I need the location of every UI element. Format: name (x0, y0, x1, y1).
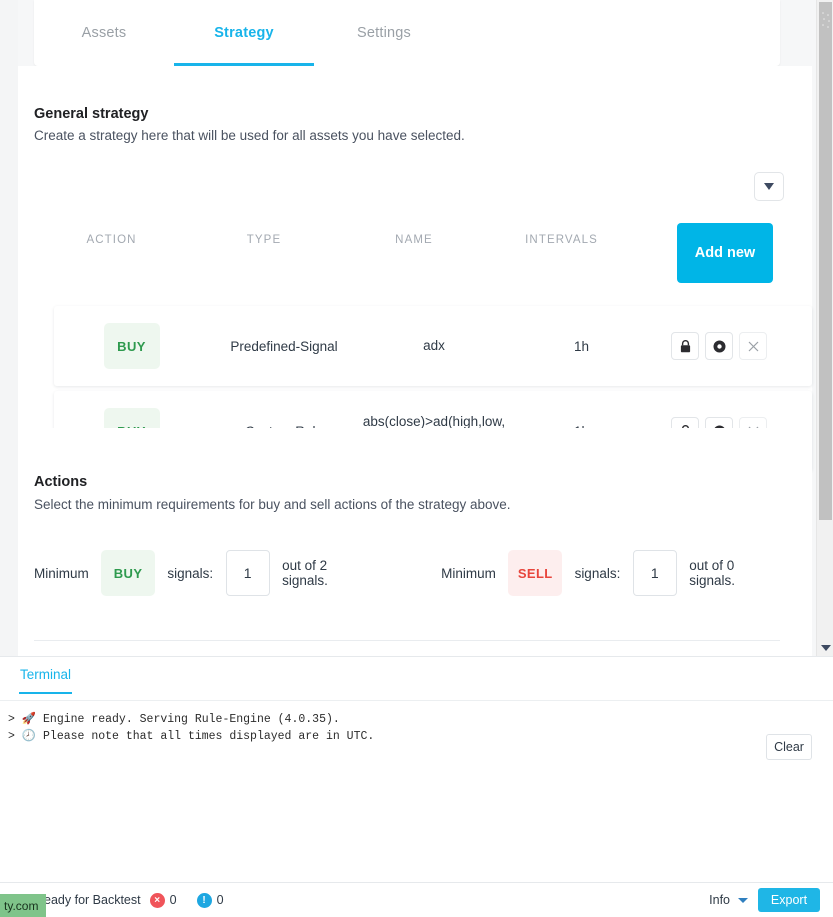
terminal-tabbar: Terminal (0, 657, 833, 701)
main-scroll-region: Assets Strategy Settings General strateg… (0, 0, 833, 656)
link-preview-tooltip: ty.com (0, 894, 47, 917)
link-preview-text: ty.com (4, 898, 39, 913)
tab-assets-label: Assets (81, 25, 127, 41)
scrollbar-thumb[interactable] (819, 2, 832, 520)
add-new-button[interactable]: Add new (677, 223, 773, 283)
buy-minimum-label: Minimum (34, 565, 89, 581)
settings-button[interactable] (705, 332, 733, 360)
tab-card: Assets Strategy Settings (34, 0, 780, 66)
error-count[interactable]: × 0 (149, 892, 177, 908)
status-text: Ready for Backtest (35, 893, 141, 907)
buy-signals-input[interactable] (225, 550, 270, 596)
sell-minimum-label: Minimum (441, 565, 496, 581)
info-icon: ! (196, 892, 212, 908)
general-strategy-description: Create a strategy here that will be used… (34, 128, 465, 143)
app-root: Assets Strategy Settings General strateg… (0, 0, 833, 917)
chevron-down-icon (738, 897, 748, 903)
column-header-type: TYPE (246, 234, 282, 246)
sell-signals-input[interactable] (632, 550, 677, 596)
actions-title: Actions (34, 474, 88, 490)
lock-button[interactable] (671, 332, 699, 360)
strategy-table-header: ACTION TYPE NAME INTERVALS (34, 234, 764, 246)
tab-settings-label: Settings (357, 25, 411, 41)
info-count[interactable]: ! 0 (196, 892, 224, 908)
tab-strategy-label: Strategy (214, 25, 274, 41)
sell-badge: SELL (508, 550, 563, 596)
terminal-output: > 🚀 Engine ready. Serving Rule-Engine (4… (0, 701, 833, 883)
lock-icon (680, 339, 690, 352)
buy-badge: BUY (101, 550, 155, 596)
log-level-select[interactable]: Info (709, 893, 748, 907)
tab-strategy[interactable]: Strategy (174, 0, 314, 66)
tab-strip: Assets Strategy Settings (34, 0, 454, 66)
vertical-scrollbar[interactable] (816, 0, 833, 656)
row-operations-cell (654, 332, 784, 360)
column-header-intervals: INTERVALS (525, 234, 598, 246)
column-header-action: ACTION (86, 234, 137, 246)
buy-minimum-group: Minimum BUY signals: out of 2 signals. (34, 550, 373, 596)
terminal-line: > 🕗 Please note that all times displayed… (8, 730, 375, 743)
sell-signals-label: signals: (574, 565, 621, 581)
triangle-down-icon (764, 183, 774, 190)
left-rail (0, 0, 18, 656)
scrollbar-down-arrow[interactable] (817, 639, 833, 656)
row-action-cell: BUY (54, 323, 209, 369)
info-count-value: 0 (216, 893, 224, 907)
status-bar: Ready for Backtest × 0 ! 0 Info Export (0, 882, 833, 917)
row-type-cell: Predefined-Signal (230, 338, 338, 354)
remove-button[interactable] (739, 332, 767, 360)
collapse-panel-button[interactable] (754, 172, 784, 201)
buy-signals-label: signals: (167, 565, 214, 581)
sell-minimum-group: Minimum SELL signals: out of 0 signals. (441, 550, 780, 596)
chevron-down-icon (820, 644, 831, 651)
actions-panel: Actions Select the minimum requirements … (18, 428, 812, 656)
terminal-panel: Terminal > 🚀 Engine ready. Serving Rule-… (0, 656, 833, 882)
actions-controls-row: Minimum BUY signals: out of 2 signals. M… (34, 550, 780, 596)
status-bar-right: Info Export (709, 888, 833, 912)
error-icon: × (149, 892, 165, 908)
scrollbar-grip-icon (822, 12, 830, 30)
log-level-label: Info (709, 893, 730, 907)
row-interval-cell: 1h (573, 338, 590, 354)
general-strategy-panel: General strategy Create a strategy here … (18, 66, 812, 471)
column-header-name: NAME (395, 234, 433, 246)
general-strategy-title: General strategy (34, 106, 149, 122)
status-badge: BUY (103, 323, 160, 369)
actions-description: Select the minimum requirements for buy … (34, 497, 511, 512)
error-count-value: 0 (169, 893, 177, 907)
tab-assets[interactable]: Assets (34, 0, 174, 66)
tab-terminal[interactable]: Terminal (18, 667, 73, 694)
terminal-line: > 🚀 Engine ready. Serving Rule-Engine (4… (8, 713, 340, 726)
gear-icon (713, 340, 725, 352)
divider (34, 640, 780, 641)
export-button[interactable]: Export (758, 888, 820, 912)
table-row[interactable]: BUY Predefined-Signal adx 1h (54, 306, 812, 386)
row-name-cell: adx (423, 337, 445, 353)
buy-out-of-label: out of 2 signals. (282, 558, 328, 588)
sell-out-of-label: out of 0 signals. (689, 558, 736, 588)
tab-settings[interactable]: Settings (314, 0, 454, 66)
close-icon (748, 341, 758, 351)
clear-terminal-button[interactable]: Clear (766, 734, 812, 760)
